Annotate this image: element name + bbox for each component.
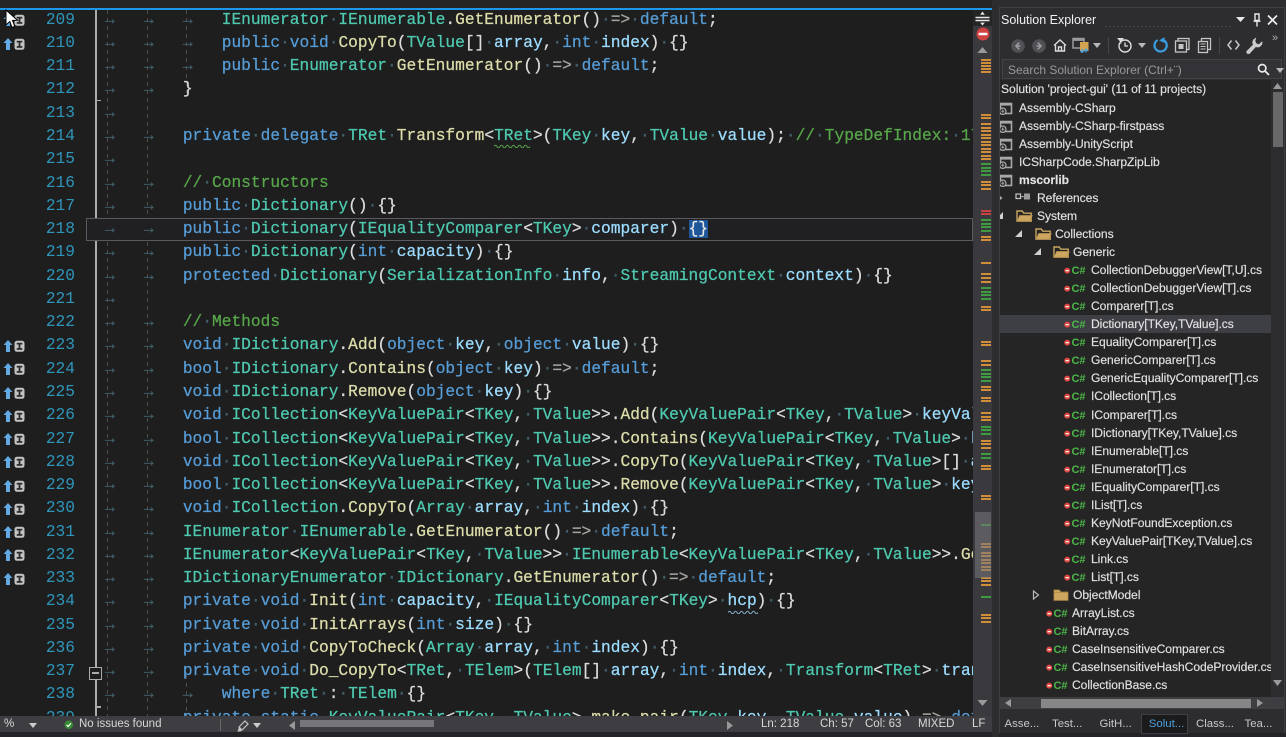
svg-text:C#: C# <box>1072 319 1086 330</box>
svg-text:C#: C# <box>1072 518 1086 529</box>
svg-text:C#: C# <box>1072 373 1086 384</box>
svg-text:C#: C# <box>1072 410 1086 421</box>
svg-text:C#: C# <box>1072 446 1086 457</box>
svg-text:C#: C# <box>1054 644 1068 655</box>
svg-text:C#: C# <box>1054 626 1068 637</box>
svg-text:C#: C# <box>1072 355 1086 366</box>
svg-text:C#: C# <box>1072 464 1086 475</box>
svg-text:C#: C# <box>1072 265 1086 276</box>
svg-text:C#: C# <box>1072 301 1086 312</box>
svg-text:C#: C# <box>1072 572 1086 583</box>
svg-text:C#: C# <box>1072 536 1086 547</box>
svg-text:C#: C# <box>1072 500 1086 511</box>
svg-text:C#: C# <box>1072 554 1086 565</box>
svg-text:C#: C# <box>1072 283 1086 294</box>
svg-text:C#: C# <box>1054 662 1068 673</box>
svg-text:C#: C# <box>1072 337 1086 348</box>
svg-text:C#: C# <box>1054 680 1068 691</box>
svg-text:C#: C# <box>1072 482 1086 493</box>
svg-text:C#: C# <box>1072 428 1086 439</box>
svg-text:C#: C# <box>1072 391 1086 402</box>
svg-text:C#: C# <box>1054 608 1068 619</box>
